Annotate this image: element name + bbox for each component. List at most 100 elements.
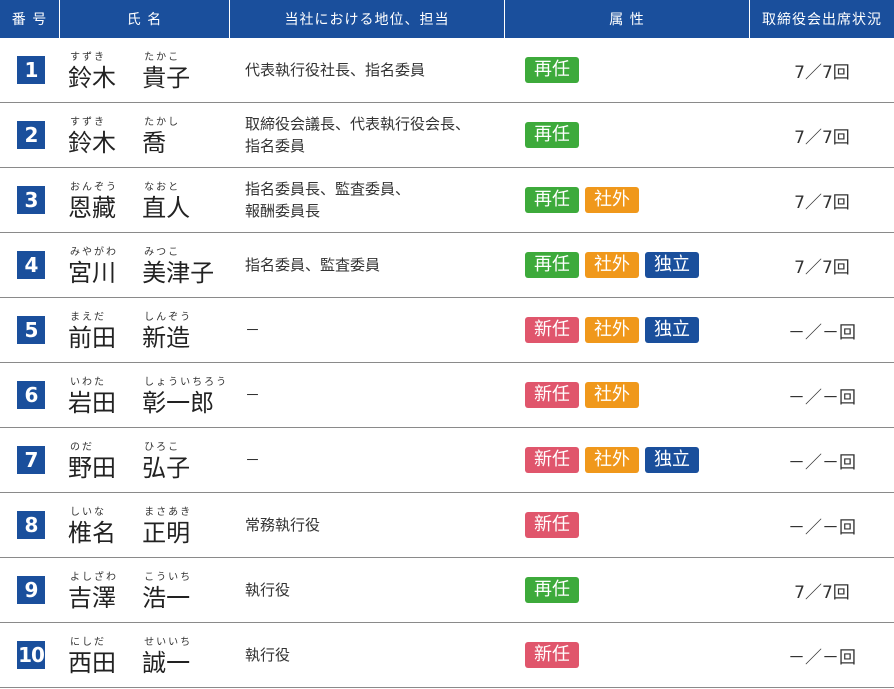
given-name-kanji: 彰一郎 (142, 389, 215, 417)
given-name-reading: なおと (144, 182, 181, 193)
given-name: みつこ 美津子 (142, 246, 230, 287)
attribute-badge: 独立 (645, 317, 699, 343)
attribute-badge: 社外 (585, 317, 639, 343)
attendance-cell: －／－回 (788, 647, 856, 668)
number-cell: 5 (0, 298, 60, 362)
position-cell: － (245, 321, 261, 339)
given-name: たかし喬 (142, 116, 230, 157)
family-name: まえだ 前田 (68, 311, 142, 352)
table-row: 8 しいな 椎名 まさあき 正明 常務執行役 新任 －／－回 (0, 493, 894, 558)
table-row: 6 いわた 岩田 しょういちろう 彰一郎－新任 社外 －／－回 (0, 363, 894, 428)
attribute-badge: 新任 (525, 447, 579, 473)
attributes-cell: 再任 社外 (505, 168, 750, 232)
table-row: 10 にしだ 西田 せいいち 誠一 執行役 新任 －／－回 (0, 623, 894, 688)
header-name: 氏 名 (60, 0, 230, 38)
family-name-reading: まえだ (70, 312, 106, 323)
given-name-kanji: 誠一 (142, 649, 191, 677)
attribute-badge: 再任 (525, 187, 579, 213)
given-name: ひろこ 弘子 (142, 441, 230, 482)
number-cell: 9 (0, 558, 60, 622)
family-name-reading: のだ (70, 442, 94, 453)
number-cell: 4 (0, 233, 60, 297)
name-cell: よしざわ 吉澤 こういち 浩一 (60, 558, 230, 622)
family-name-kanji: 恩藏 (68, 194, 116, 222)
table-row: 9 よしざわ 吉澤 こういち 浩一 執行役 再任 7／7回 (0, 558, 894, 623)
attendance-cell: －／－回 (788, 387, 856, 408)
attributes-cell: 再任 (505, 38, 750, 102)
family-name-kanji: 野田 (68, 454, 116, 482)
candidate-number-badge: 10 (17, 641, 45, 669)
family-name-reading: おんぞう (70, 182, 118, 193)
given-name-reading: しんぞう (144, 312, 193, 323)
name-cell: しいな 椎名 まさあき 正明 (60, 493, 230, 557)
name-cell: まえだ 前田 しんぞう 新造 (60, 298, 230, 362)
family-name-reading: しいな (70, 507, 106, 518)
given-name-kanji: 喬 (142, 129, 167, 157)
attribute-badge: 社外 (585, 252, 639, 278)
attendance-cell: 7／7回 (794, 257, 850, 278)
table-row: 2 すずき 鈴木 たかし喬取締役会議長、代表執行役会長、 指名委員 再任 7／7回 (0, 103, 894, 168)
name-cell: のだ 野田 ひろこ 弘子 (60, 428, 230, 492)
attribute-badge: 新任 (525, 512, 579, 538)
attributes-cell: 新任 社外 独立 (505, 428, 750, 492)
attendance-cell: 7／7回 (794, 62, 850, 83)
header-attendance: 取締役会出席状況 (762, 12, 882, 28)
number-cell: 10 (0, 623, 60, 687)
attributes-cell: 新任 (505, 623, 750, 687)
family-name-kanji: 宮川 (68, 259, 116, 287)
family-name-reading: にしだ (70, 637, 106, 648)
given-name: まさあき 正明 (142, 506, 230, 547)
given-name: しょういちろう 彰一郎 (142, 376, 230, 417)
family-name: すずき 鈴木 (68, 116, 142, 157)
given-name-kanji: 正明 (142, 519, 191, 547)
candidate-number-badge: 9 (17, 576, 45, 604)
family-name-kanji: 岩田 (68, 389, 116, 417)
name-cell: すずき 鈴木 たかし喬 (60, 103, 230, 167)
candidate-number-badge: 2 (17, 121, 45, 149)
given-name-reading: しょういちろう (144, 377, 229, 388)
attendance-cell: －／－回 (788, 452, 856, 473)
position-text: 取締役会議長、代表執行役会長、 指名委員 (245, 115, 471, 155)
name-cell: おんぞう 恩藏 なおと 直人 (60, 168, 230, 232)
family-name-kanji: 前田 (68, 324, 116, 352)
family-name: すずき 鈴木 (68, 51, 142, 92)
candidate-number-badge: 1 (17, 56, 45, 84)
number-cell: 3 (0, 168, 60, 232)
family-name: にしだ 西田 (68, 636, 142, 677)
name-cell: いわた 岩田 しょういちろう 彰一郎 (60, 363, 230, 427)
family-name-kanji: 椎名 (68, 519, 116, 547)
position-text: 指名委員長、監査委員、 報酬委員長 (245, 180, 411, 220)
family-name: のだ 野田 (68, 441, 142, 482)
attributes-cell: 新任 社外 独立 (505, 298, 750, 362)
attribute-badge: 社外 (585, 187, 639, 213)
family-name: おんぞう 恩藏 (68, 181, 142, 222)
candidate-number-badge: 5 (17, 316, 45, 344)
number-cell: 2 (0, 103, 60, 167)
position-cell: 指名委員、監査委員 (245, 256, 381, 274)
position-cell: 常務執行役 (245, 516, 321, 534)
attribute-badge: 社外 (585, 447, 639, 473)
given-name-reading: みつこ (144, 247, 181, 258)
director-candidates-table: 番 号 氏 名 当社における地位、担当 属 性 取締役会出席状況 1 すずき 鈴木た… (0, 0, 894, 689)
family-name-reading: いわた (70, 377, 106, 388)
given-name-kanji: 新造 (142, 324, 191, 352)
given-name: なおと 直人 (142, 181, 230, 222)
given-name: こういち 浩一 (142, 571, 230, 612)
name-cell: みやがわ 宮川 みつこ 美津子 (60, 233, 230, 297)
attribute-badge: 新任 (525, 382, 579, 408)
candidate-number-badge: 3 (17, 186, 45, 214)
attribute-badge: 独立 (645, 447, 699, 473)
given-name: せいいち 誠一 (142, 636, 230, 677)
given-name: しんぞう 新造 (142, 311, 230, 352)
candidate-number-badge: 8 (17, 511, 45, 539)
attribute-badge: 新任 (525, 317, 579, 343)
table-row: 3 おんぞう 恩藏 なおと 直人 指名委員長、監査委員、 報酬委員長 再任 社外 7／7回 (0, 168, 894, 233)
attendance-cell: －／－回 (788, 517, 856, 538)
attributes-cell: 再任 (505, 103, 750, 167)
family-name-kanji: 鈴木 (68, 129, 116, 157)
candidate-number-badge: 6 (17, 381, 45, 409)
given-name-kanji: 浩一 (142, 584, 191, 612)
table-header: 番 号 氏 名 当社における地位、担当 属 性 取締役会出席状況 (0, 0, 894, 38)
family-name-kanji: 西田 (68, 649, 116, 677)
family-name: よしざわ 吉澤 (68, 571, 142, 612)
